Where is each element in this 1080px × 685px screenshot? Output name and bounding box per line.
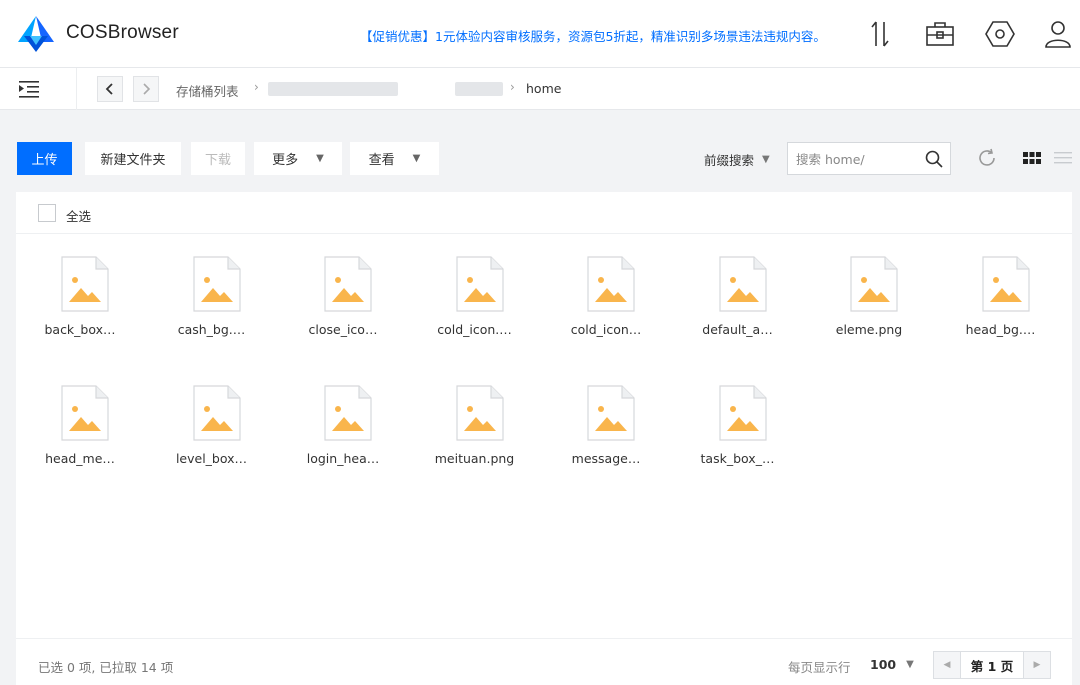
file-item[interactable]: eleme.png bbox=[813, 256, 925, 366]
caret-down-icon: ▼ bbox=[412, 153, 421, 164]
list-view-icon[interactable] bbox=[1054, 150, 1072, 166]
file-item[interactable]: task_box_… bbox=[682, 385, 794, 495]
file-name: meituan.png bbox=[434, 451, 515, 466]
menu-toggle-icon[interactable] bbox=[14, 77, 44, 101]
toolbox-icon[interactable] bbox=[924, 18, 956, 50]
file-item[interactable]: back_box… bbox=[24, 256, 136, 366]
divider bbox=[76, 68, 77, 110]
select-all-row: 全选 bbox=[16, 192, 1072, 234]
chevron-left-icon bbox=[105, 83, 113, 95]
image-file-icon bbox=[718, 385, 767, 441]
pagination: ◀ 第 1 页 ▶ bbox=[933, 651, 1051, 679]
image-file-icon bbox=[324, 256, 372, 312]
footer: 已选 0 项, 已拉取 14 项 每页显示行 100 ▼ ◀ 第 1 页 ▶ bbox=[16, 638, 1072, 685]
image-file-icon bbox=[850, 256, 898, 312]
select-all-label[interactable]: 全选 bbox=[66, 206, 91, 225]
search-box bbox=[787, 142, 951, 175]
blurred-bucket-name bbox=[268, 82, 398, 96]
file-name: login_hea… bbox=[306, 451, 380, 466]
caret-down-icon: ▼ bbox=[906, 659, 914, 670]
promo-banner-link[interactable]: 【促销优惠】1元体验内容审核服务，资源包5折起，精准识别多场景违法违规内容。 bbox=[360, 26, 826, 45]
file-name: task_box_… bbox=[700, 451, 775, 466]
file-name: back_box… bbox=[44, 322, 116, 337]
file-item[interactable]: message… bbox=[550, 385, 662, 495]
file-name: head_bg.… bbox=[965, 322, 1036, 337]
file-name: head_me… bbox=[45, 451, 115, 466]
breadcrumb-separator: › bbox=[510, 80, 515, 94]
per-page-select[interactable]: 100 ▼ bbox=[870, 657, 914, 672]
current-page[interactable]: 第 1 页 bbox=[960, 652, 1024, 678]
file-item[interactable]: cold_icon… bbox=[550, 256, 662, 366]
more-dropdown[interactable]: 更多 ▼ bbox=[254, 142, 342, 175]
user-icon[interactable] bbox=[1042, 18, 1074, 50]
file-item[interactable]: head_bg.… bbox=[945, 256, 1057, 366]
file-item[interactable]: head_me… bbox=[24, 385, 136, 495]
image-file-icon bbox=[455, 385, 504, 441]
new-folder-button[interactable]: 新建文件夹 bbox=[85, 142, 181, 175]
grid-view-icon[interactable] bbox=[1022, 150, 1042, 166]
search-input[interactable] bbox=[796, 149, 916, 169]
app-header: COSBrowser 【促销优惠】1元体验内容审核服务，资源包5折起，精准识别多… bbox=[0, 0, 1080, 68]
breadcrumb-separator: › bbox=[254, 80, 259, 94]
selection-status: 已选 0 项, 已拉取 14 项 bbox=[38, 660, 174, 675]
prefix-search-label: 前缀搜索 bbox=[704, 153, 755, 168]
image-file-icon bbox=[324, 385, 372, 441]
file-item[interactable]: default_a… bbox=[682, 256, 794, 366]
file-item[interactable]: meituan.png bbox=[419, 385, 531, 495]
file-name: cold_icon… bbox=[570, 322, 642, 337]
file-item[interactable]: login_hea… bbox=[287, 385, 399, 495]
select-all-checkbox[interactable] bbox=[38, 204, 56, 222]
forward-button[interactable] bbox=[133, 76, 159, 102]
next-page-button[interactable]: ▶ bbox=[1024, 652, 1050, 678]
caret-down-icon: ▼ bbox=[316, 153, 324, 164]
prefix-search-select[interactable]: 前缀搜索 ▼ bbox=[704, 150, 770, 169]
more-label: 更多 bbox=[272, 153, 299, 168]
settings-icon[interactable] bbox=[984, 18, 1016, 50]
back-button[interactable] bbox=[97, 76, 123, 102]
image-file-icon bbox=[192, 256, 241, 312]
caret-down-icon: ▼ bbox=[762, 154, 770, 165]
image-file-icon bbox=[587, 256, 635, 312]
blurred-region bbox=[455, 82, 503, 96]
image-file-icon bbox=[455, 256, 504, 312]
image-file-icon bbox=[192, 385, 241, 441]
per-page-value: 100 bbox=[870, 657, 897, 672]
image-file-icon bbox=[981, 256, 1030, 312]
file-panel: 全选 back_box… cash_bg.… close_ico… cold_icon… bbox=[16, 192, 1072, 638]
file-name: close_ico… bbox=[308, 322, 378, 337]
file-item[interactable]: cash_bg.… bbox=[156, 256, 268, 366]
per-page-label: 每页显示行 bbox=[788, 660, 851, 675]
view-dropdown[interactable]: 查看 ▼ bbox=[350, 142, 439, 175]
file-name: default_a… bbox=[702, 322, 773, 337]
refresh-icon[interactable] bbox=[976, 147, 998, 169]
chevron-right-icon bbox=[143, 83, 151, 95]
file-name: cold_icon.… bbox=[437, 322, 512, 337]
file-item[interactable]: close_ico… bbox=[287, 256, 399, 366]
file-item[interactable]: level_box… bbox=[156, 385, 268, 495]
file-name: message… bbox=[571, 451, 641, 466]
file-item[interactable]: cold_icon.… bbox=[419, 256, 531, 366]
image-file-icon bbox=[587, 385, 635, 441]
view-label: 查看 bbox=[368, 153, 395, 168]
breadcrumb-bar: 存储桶列表 › › home bbox=[0, 68, 1080, 110]
breadcrumb-bucket-list[interactable]: 存储桶列表 bbox=[176, 81, 239, 100]
cosbrowser-logo-icon bbox=[18, 16, 54, 52]
prev-page-button[interactable]: ◀ bbox=[934, 652, 960, 678]
file-name: cash_bg.… bbox=[177, 322, 246, 337]
app-title: COSBrowser bbox=[66, 22, 179, 43]
upload-button[interactable]: 上传 bbox=[17, 142, 72, 175]
file-name: level_box… bbox=[175, 451, 248, 466]
transfer-icon[interactable] bbox=[864, 18, 896, 50]
image-file-icon bbox=[61, 256, 109, 312]
download-button[interactable]: 下载 bbox=[191, 142, 245, 175]
image-file-icon bbox=[718, 256, 767, 312]
file-name: eleme.png bbox=[835, 322, 903, 337]
breadcrumb-current[interactable]: home bbox=[526, 81, 561, 96]
image-file-icon bbox=[61, 385, 109, 441]
search-icon[interactable] bbox=[924, 149, 944, 169]
